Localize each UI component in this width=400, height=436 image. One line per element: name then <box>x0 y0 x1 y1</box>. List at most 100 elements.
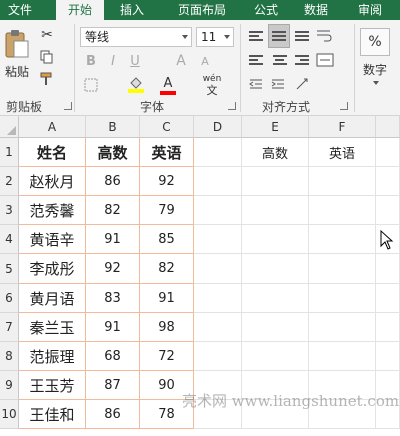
table-cell[interactable] <box>242 254 309 284</box>
number-format-button[interactable]: % <box>360 28 390 56</box>
table-cell[interactable]: 黄月语 <box>19 284 86 313</box>
table-cell[interactable]: 赵秋月 <box>19 167 86 196</box>
table-cell[interactable] <box>194 342 242 371</box>
table-cell[interactable]: 91 <box>86 313 140 342</box>
table-cell[interactable]: 英语 <box>309 138 376 167</box>
table-cell[interactable] <box>376 254 400 284</box>
table-cell[interactable]: 82 <box>86 196 140 225</box>
fill-color-icon[interactable] <box>126 74 146 96</box>
table-cell[interactable]: 黄语辛 <box>19 225 86 254</box>
table-cell[interactable]: 92 <box>86 254 140 284</box>
align-bottom-icon[interactable] <box>292 26 312 46</box>
shrink-font-icon[interactable]: A <box>196 52 214 70</box>
table-cell[interactable] <box>242 196 309 225</box>
font-name-select[interactable]: 等线 <box>80 27 192 47</box>
table-cell[interactable]: 李成彤 <box>19 254 86 284</box>
copy-icon[interactable] <box>38 48 56 66</box>
paste-button[interactable]: 粘贴 <box>2 26 32 82</box>
select-all-corner[interactable] <box>0 116 19 138</box>
table-header-cell[interactable]: 英语 <box>140 138 194 167</box>
table-cell[interactable] <box>309 225 376 254</box>
table-cell[interactable]: 91 <box>140 284 194 313</box>
table-cell[interactable]: 王玉芳 <box>19 371 86 400</box>
row-header[interactable]: 7 <box>0 313 19 342</box>
row-header[interactable]: 6 <box>0 284 19 313</box>
align-center-icon[interactable] <box>270 50 290 70</box>
table-cell[interactable] <box>309 196 376 225</box>
table-cell[interactable]: 87 <box>86 371 140 400</box>
phonetic-icon[interactable]: wén 文 <box>200 72 224 98</box>
table-cell[interactable] <box>242 313 309 342</box>
tab-file[interactable]: 文件 <box>0 0 40 20</box>
tab-formulas[interactable]: 公式 <box>246 0 286 20</box>
table-cell[interactable]: 86 <box>86 167 140 196</box>
tab-insert[interactable]: 插入 <box>110 0 154 20</box>
column-header-e[interactable]: E <box>242 116 309 138</box>
clipboard-launcher-icon[interactable] <box>64 102 72 110</box>
column-header-c[interactable]: C <box>140 116 194 138</box>
align-top-icon[interactable] <box>246 26 266 46</box>
font-color-icon[interactable]: A <box>158 74 178 96</box>
column-header-g[interactable] <box>376 116 400 138</box>
column-header-f[interactable]: F <box>309 116 376 138</box>
table-cell[interactable] <box>309 167 376 196</box>
row-header[interactable]: 5 <box>0 254 19 284</box>
table-cell[interactable]: 98 <box>140 313 194 342</box>
table-cell[interactable] <box>309 284 376 313</box>
row-header[interactable]: 9 <box>0 371 19 400</box>
table-cell[interactable] <box>309 313 376 342</box>
table-cell[interactable] <box>194 313 242 342</box>
table-cell[interactable] <box>376 284 400 313</box>
underline-button[interactable]: U <box>126 52 144 70</box>
row-header[interactable]: 2 <box>0 167 19 196</box>
font-launcher-icon[interactable] <box>228 102 236 110</box>
table-cell[interactable]: 范秀馨 <box>19 196 86 225</box>
table-cell[interactable] <box>194 225 242 254</box>
table-cell[interactable]: 91 <box>86 225 140 254</box>
table-cell[interactable]: 范振理 <box>19 342 86 371</box>
table-cell[interactable]: 72 <box>140 342 194 371</box>
table-cell[interactable]: 秦兰玉 <box>19 313 86 342</box>
table-cell[interactable] <box>242 342 309 371</box>
table-cell[interactable]: 82 <box>140 254 194 284</box>
table-cell[interactable] <box>194 138 242 167</box>
align-middle-icon[interactable] <box>268 24 290 48</box>
table-cell[interactable]: 92 <box>140 167 194 196</box>
table-cell[interactable] <box>194 196 242 225</box>
table-cell[interactable]: 83 <box>86 284 140 313</box>
tab-page-layout[interactable]: 页面布局 <box>164 0 240 20</box>
grow-font-icon[interactable]: A <box>172 52 190 70</box>
table-cell[interactable]: 68 <box>86 342 140 371</box>
align-left-icon[interactable] <box>246 50 266 70</box>
table-cell[interactable] <box>376 138 400 167</box>
table-header-cell[interactable]: 姓名 <box>19 138 86 167</box>
row-header[interactable]: 10 <box>0 400 19 429</box>
table-cell[interactable]: 高数 <box>242 138 309 167</box>
table-cell[interactable] <box>376 313 400 342</box>
table-cell[interactable]: 王佳和 <box>19 400 86 429</box>
column-header-d[interactable]: D <box>194 116 242 138</box>
row-header[interactable]: 1 <box>0 138 19 167</box>
table-cell[interactable] <box>376 196 400 225</box>
tab-review[interactable]: 审阅 <box>350 0 390 20</box>
row-header[interactable]: 4 <box>0 225 19 254</box>
row-header[interactable]: 8 <box>0 342 19 371</box>
table-cell[interactable] <box>194 284 242 313</box>
bold-button[interactable]: B <box>82 52 100 70</box>
tab-data[interactable]: 数据 <box>296 0 336 20</box>
row-header[interactable]: 3 <box>0 196 19 225</box>
wrap-text-icon[interactable] <box>314 26 334 46</box>
table-cell[interactable] <box>242 167 309 196</box>
merge-center-icon[interactable] <box>314 50 336 70</box>
font-size-select[interactable]: 11 <box>196 27 234 47</box>
italic-button[interactable]: I <box>104 52 122 70</box>
alignment-launcher-icon[interactable] <box>340 102 348 110</box>
orientation-icon[interactable] <box>292 74 312 94</box>
column-header-a[interactable]: A <box>19 116 86 138</box>
table-cell[interactable] <box>376 342 400 371</box>
format-painter-icon[interactable] <box>38 70 56 88</box>
column-header-b[interactable]: B <box>86 116 140 138</box>
decrease-indent-icon[interactable] <box>246 74 266 94</box>
table-cell[interactable]: 85 <box>140 225 194 254</box>
table-cell[interactable] <box>376 167 400 196</box>
